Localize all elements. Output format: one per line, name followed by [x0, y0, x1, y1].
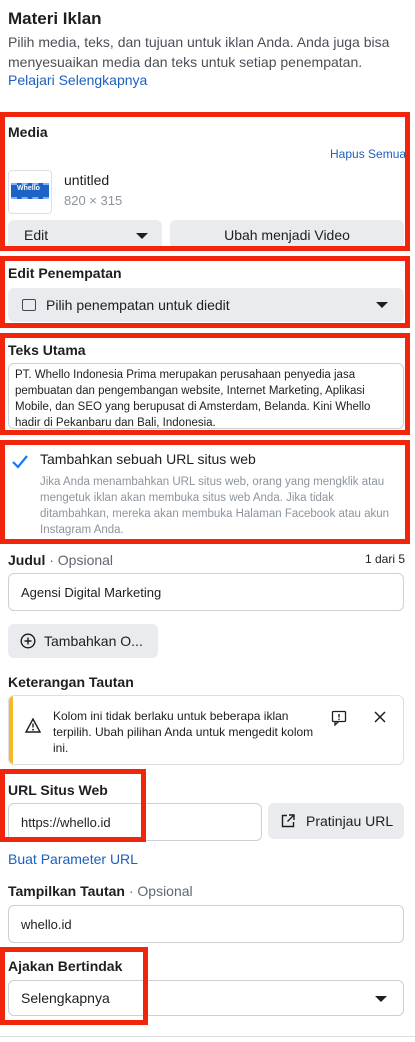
preview-url-label: Pratinjau URL: [306, 813, 394, 829]
headline-value: Agensi Digital Marketing: [21, 584, 162, 600]
section-description: Pilih media, teks, dan tujuan untuk ikla…: [8, 34, 390, 70]
add-option-button[interactable]: Tambahkan O...: [8, 624, 158, 658]
add-option-label: Tambahkan O...: [44, 633, 143, 649]
close-icon[interactable]: [373, 710, 387, 724]
headline-optional: · Opsional: [45, 552, 114, 568]
headline-label: Judul · Opsional: [8, 552, 113, 568]
highlight-website-url: [0, 769, 146, 842]
warning-icon: [25, 718, 41, 733]
highlight-primary-text: [0, 333, 410, 435]
plus-circle-icon: [20, 633, 36, 649]
report-icon[interactable]: [331, 710, 347, 727]
preview-url-button[interactable]: Pratinjau URL: [268, 803, 404, 839]
display-link-label-text: Tampilkan Tautan: [8, 883, 125, 899]
display-link-value: whello.id: [21, 916, 72, 932]
headline-counter: 1 dari 5: [365, 552, 406, 566]
headline-label-text: Judul: [8, 552, 46, 568]
learn-more-link[interactable]: Pelajari Selengkapnya: [8, 72, 147, 88]
display-link-label: Tampilkan Tautan · Opsional: [8, 883, 193, 899]
build-url-params-link[interactable]: Buat Parameter URL: [8, 851, 138, 867]
highlight-website-option: [0, 440, 410, 544]
display-link-input[interactable]: whello.id: [8, 905, 404, 943]
warning-banner: Kolom ini tidak berlaku untuk beberapa i…: [8, 695, 404, 765]
highlight-placement: [0, 256, 410, 328]
highlight-media: [0, 112, 410, 251]
chevron-down-icon: [375, 996, 387, 1002]
headline-input[interactable]: Agensi Digital Marketing: [8, 573, 404, 611]
section-title: Materi Iklan: [8, 9, 102, 28]
display-link-optional: · Opsional: [124, 883, 193, 899]
link-description-label: Keterangan Tautan: [8, 674, 134, 690]
external-link-icon: [281, 814, 295, 828]
warning-text: Kolom ini tidak berlaku untuk beberapa i…: [53, 709, 314, 755]
divider: [0, 1036, 415, 1037]
highlight-cta: [0, 947, 148, 1025]
